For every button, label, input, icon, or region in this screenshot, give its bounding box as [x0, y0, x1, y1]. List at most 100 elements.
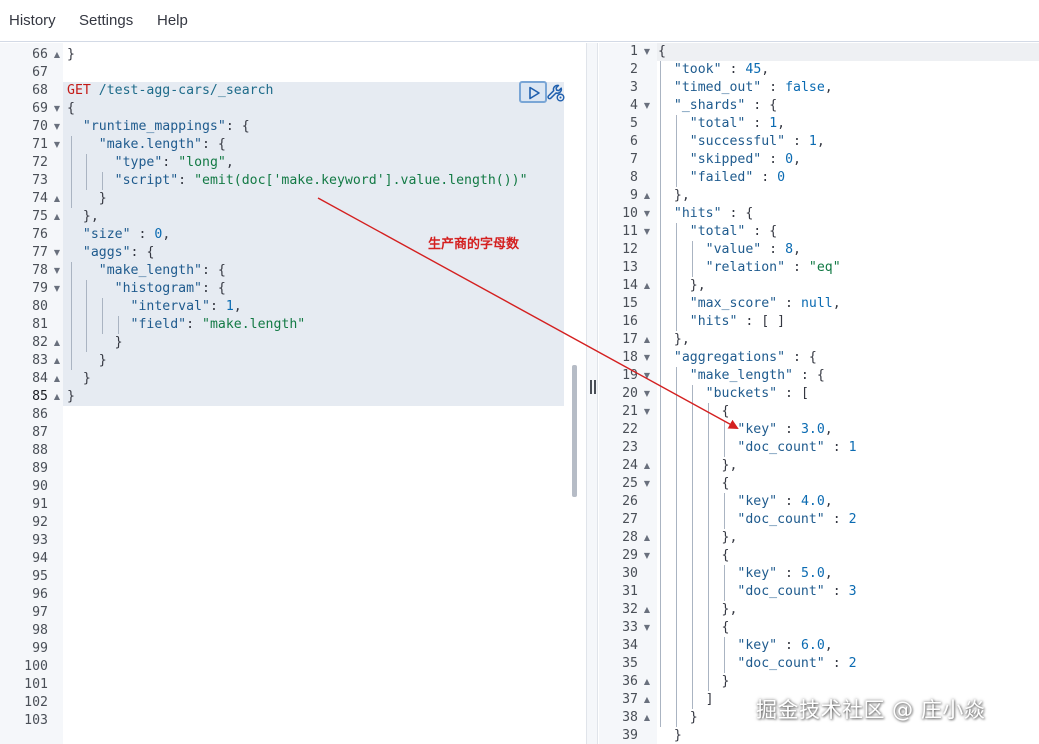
- fold-open-icon[interactable]: ▼: [642, 385, 652, 403]
- code-line[interactable]: "doc_count" : 2: [658, 511, 856, 529]
- code-line[interactable]: }: [67, 370, 91, 388]
- code-line[interactable]: },: [658, 529, 738, 547]
- line-number: 39: [622, 728, 638, 743]
- fold-close-icon[interactable]: ▲: [642, 457, 652, 475]
- fold-close-icon[interactable]: ▲: [52, 388, 62, 406]
- code-line[interactable]: },: [658, 601, 738, 619]
- fold-open-icon[interactable]: ▼: [52, 118, 62, 136]
- fold-close-icon[interactable]: ▲: [52, 190, 62, 208]
- code-line[interactable]: "make_length" : {: [658, 367, 825, 385]
- fold-close-icon[interactable]: ▲: [642, 187, 652, 205]
- fold-open-icon[interactable]: ▼: [642, 475, 652, 493]
- code-line[interactable]: "timed_out" : false,: [658, 79, 833, 97]
- fold-close-icon[interactable]: ▲: [642, 529, 652, 547]
- run-request-button[interactable]: [519, 81, 547, 103]
- fold-close-icon[interactable]: ▲: [52, 370, 62, 388]
- fold-open-icon[interactable]: ▼: [642, 547, 652, 565]
- code-line[interactable]: }: [67, 334, 123, 352]
- code-line[interactable]: }: [67, 352, 107, 370]
- code-line[interactable]: "failed" : 0: [658, 169, 785, 187]
- request-line[interactable]: GET /test-agg-cars/_search: [67, 82, 273, 100]
- code-line[interactable]: },: [658, 331, 690, 349]
- code-line[interactable]: },: [658, 277, 706, 295]
- code-line[interactable]: "max_score" : null,: [658, 295, 841, 313]
- code-line[interactable]: "relation" : "eq": [658, 259, 841, 277]
- fold-open-icon[interactable]: ▼: [52, 136, 62, 154]
- code-line[interactable]: }: [658, 673, 730, 691]
- code-line[interactable]: "_shards" : {: [658, 97, 777, 115]
- code-line[interactable]: "key" : 6.0,: [658, 637, 832, 655]
- request-scrollbar[interactable]: [572, 365, 577, 497]
- request-editor[interactable]: 66 ▲ 67 68 69 ▼ 70 ▼ 71 ▼ 72 73 74 ▲ 75 ▲ 76 77 ▼ 78 ▼ 79 ▼ 80 8…: [0, 43, 586, 744]
- response-viewer[interactable]: 1 ▼ 2 3 4 ▼ 5 6 7 8 9 ▲ 10 ▼ 11 ▼ 12 13 14 ▲ 15 16 17 ▲ 18 ▼ 19 ▼ 20…: [599, 43, 1039, 744]
- code-line[interactable]: {: [658, 43, 666, 61]
- code-line[interactable]: ]: [658, 691, 714, 709]
- code-line[interactable]: "successful" : 1,: [658, 133, 825, 151]
- code-line[interactable]: "key" : 3.0,: [658, 421, 832, 439]
- code-line[interactable]: "doc_count" : 1: [658, 439, 856, 457]
- fold-close-icon[interactable]: ▲: [52, 208, 62, 226]
- code-line[interactable]: },: [67, 208, 99, 226]
- code-line[interactable]: "total" : 1,: [658, 115, 785, 133]
- code-line[interactable]: }: [658, 727, 682, 744]
- code-line[interactable]: {: [658, 403, 730, 421]
- code-line[interactable]: }: [67, 388, 75, 406]
- code-line[interactable]: "interval": 1,: [67, 298, 242, 316]
- fold-open-icon[interactable]: ▼: [642, 367, 652, 385]
- code-line[interactable]: "aggs": {: [67, 244, 155, 262]
- code-line[interactable]: {: [658, 619, 730, 637]
- fold-close-icon[interactable]: ▲: [52, 334, 62, 352]
- request-settings-button[interactable]: [545, 82, 567, 104]
- fold-open-icon[interactable]: ▼: [642, 349, 652, 367]
- fold-close-icon[interactable]: ▲: [642, 691, 652, 709]
- code-line[interactable]: },: [658, 457, 738, 475]
- pane-splitter[interactable]: [586, 43, 598, 744]
- code-line[interactable]: "buckets" : [: [658, 385, 809, 403]
- code-line[interactable]: {: [67, 100, 75, 118]
- fold-close-icon[interactable]: ▲: [642, 709, 652, 727]
- code-line[interactable]: "key" : 5.0,: [658, 565, 832, 583]
- code-line[interactable]: "histogram": {: [67, 280, 226, 298]
- code-line[interactable]: "hits" : {: [658, 205, 753, 223]
- fold-open-icon[interactable]: ▼: [642, 223, 652, 241]
- drag-handle-icon[interactable]: [589, 380, 597, 394]
- fold-open-icon[interactable]: ▼: [642, 97, 652, 115]
- fold-open-icon[interactable]: ▼: [642, 403, 652, 421]
- fold-close-icon[interactable]: ▲: [52, 46, 62, 64]
- fold-close-icon[interactable]: ▲: [642, 277, 652, 295]
- code-line[interactable]: "runtime_mappings": {: [67, 118, 250, 136]
- menu-help[interactable]: Help: [157, 12, 188, 29]
- fold-open-icon[interactable]: ▼: [52, 244, 62, 262]
- code-line[interactable]: "key" : 4.0,: [658, 493, 832, 511]
- fold-open-icon[interactable]: ▼: [642, 43, 652, 61]
- fold-open-icon[interactable]: ▼: [642, 205, 652, 223]
- code-line[interactable]: "make.length": {: [67, 136, 226, 154]
- code-line[interactable]: "doc_count" : 2: [658, 655, 856, 673]
- code-line[interactable]: "hits" : [ ]: [658, 313, 785, 331]
- code-line[interactable]: }: [658, 709, 698, 727]
- code-line[interactable]: "size" : 0,: [67, 226, 170, 244]
- code-line[interactable]: "aggregations" : {: [658, 349, 817, 367]
- code-line[interactable]: "doc_count" : 3: [658, 583, 856, 601]
- code-line[interactable]: "type": "long",: [67, 154, 234, 172]
- code-line[interactable]: }: [67, 46, 75, 64]
- code-line[interactable]: }: [67, 190, 107, 208]
- fold-close-icon[interactable]: ▲: [52, 352, 62, 370]
- fold-close-icon[interactable]: ▲: [642, 601, 652, 619]
- code-line[interactable]: },: [658, 187, 690, 205]
- code-line[interactable]: "value" : 8,: [658, 241, 801, 259]
- fold-open-icon[interactable]: ▼: [52, 280, 62, 298]
- code-line[interactable]: "skipped" : 0,: [658, 151, 801, 169]
- code-line[interactable]: "took" : 45,: [658, 61, 769, 79]
- menu-history[interactable]: History: [9, 12, 56, 29]
- menu-settings[interactable]: Settings: [79, 12, 133, 29]
- fold-close-icon[interactable]: ▲: [642, 673, 652, 691]
- code-line[interactable]: {: [658, 475, 730, 493]
- fold-open-icon[interactable]: ▼: [642, 619, 652, 637]
- fold-open-icon[interactable]: ▼: [52, 262, 62, 280]
- fold-close-icon[interactable]: ▲: [642, 331, 652, 349]
- code-line[interactable]: {: [658, 547, 730, 565]
- code-line[interactable]: "make_length": {: [67, 262, 226, 280]
- fold-open-icon[interactable]: ▼: [52, 100, 62, 118]
- code-line[interactable]: "script": "emit(doc['make.keyword'].valu…: [67, 172, 528, 190]
